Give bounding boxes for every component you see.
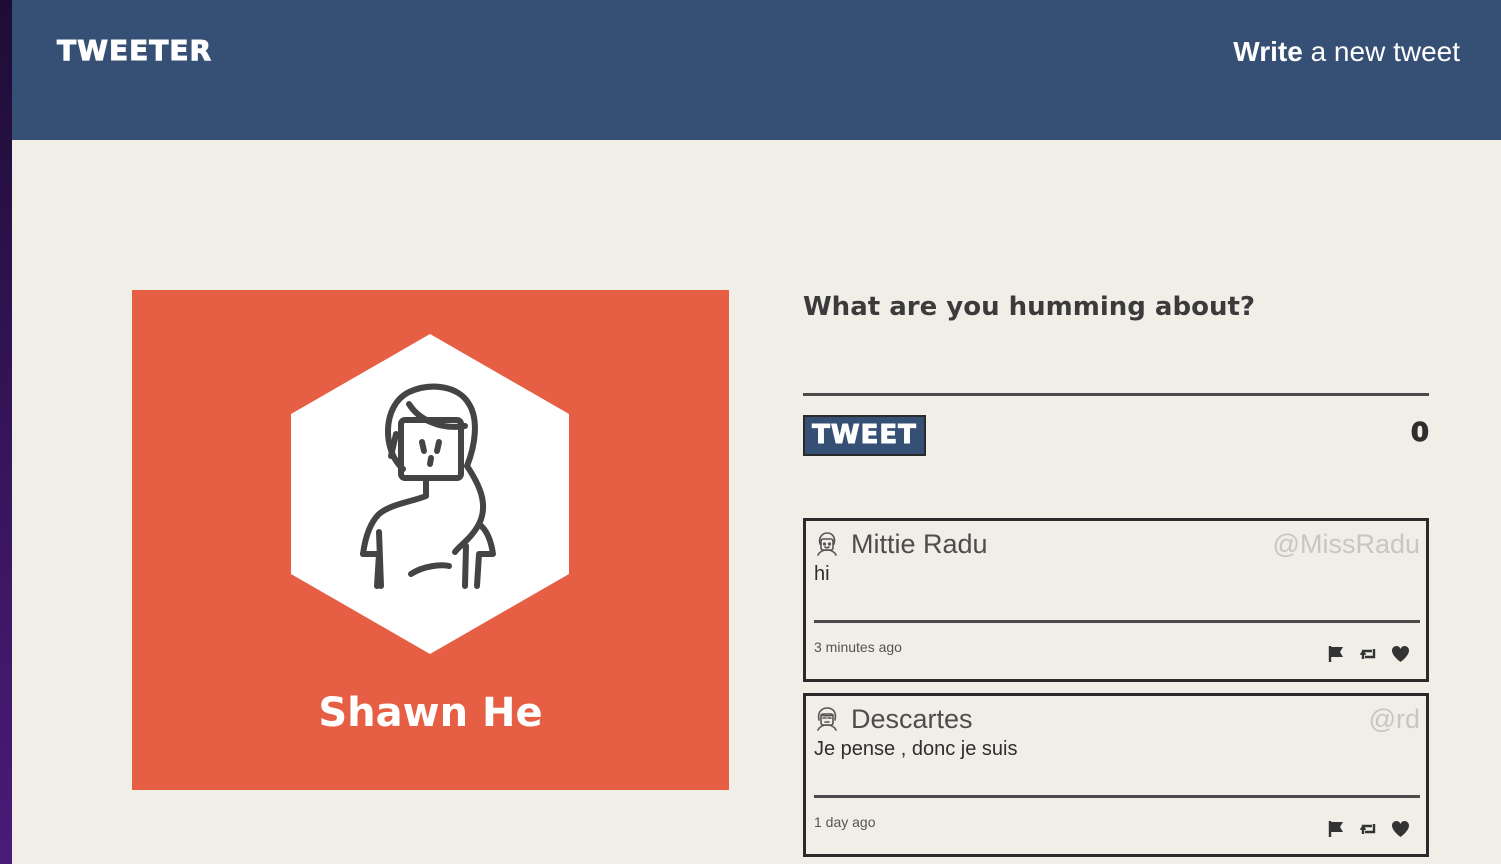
app-window: TWEETER Write a new tweet Shawn He What … [12, 0, 1501, 864]
write-label: Write [1233, 36, 1303, 67]
avatar-hexagon [291, 334, 569, 654]
tweet-card: Descartes @rd Je pense , donc je suis 1 … [803, 693, 1429, 857]
tweet-content: Je pense , donc je suis [814, 738, 1018, 760]
retweet-icon[interactable] [1359, 820, 1378, 838]
tweet-timestamp: 3 minutes ago [814, 639, 902, 655]
tweet-divider [814, 795, 1420, 798]
tweet-textarea[interactable] [803, 340, 1429, 396]
avatar [291, 334, 569, 654]
tweet-card: Mittie Radu @MissRadu hi 3 minutes ago [803, 518, 1429, 682]
flag-icon[interactable] [1327, 645, 1346, 663]
tweet-author: Descartes [851, 704, 973, 734]
retweet-icon[interactable] [1359, 645, 1378, 663]
profile-card: Shawn He [132, 290, 729, 790]
top-navbar: TWEETER Write a new tweet [12, 0, 1501, 140]
flag-icon[interactable] [1327, 820, 1346, 838]
tweet-timestamp: 1 day ago [814, 814, 876, 830]
tweet-actions [1327, 645, 1410, 663]
new-tweet-label: a new tweet [1302, 36, 1460, 67]
brand-logo: TWEETER [56, 34, 213, 68]
tweet-actions [1327, 820, 1410, 838]
tweet-divider [814, 620, 1420, 623]
tweet-handle: @MissRadu [1272, 529, 1420, 559]
heart-icon[interactable] [1391, 820, 1410, 838]
tweet-content: hi [814, 563, 830, 585]
write-new-tweet-link[interactable]: Write a new tweet [1233, 36, 1460, 68]
char-counter: 0 [1410, 418, 1429, 449]
profile-name: Shawn He [318, 690, 543, 736]
tweet-handle: @rd [1368, 704, 1420, 734]
user-avatar-icon [817, 532, 837, 556]
heart-icon[interactable] [1391, 645, 1410, 663]
compose-label: What are you humming about? [803, 292, 1255, 322]
tweet-button[interactable]: TWEET [803, 415, 926, 456]
window-edge [0, 0, 12, 864]
user-avatar-icon [817, 707, 837, 731]
tweet-author: Mittie Radu [851, 529, 988, 559]
